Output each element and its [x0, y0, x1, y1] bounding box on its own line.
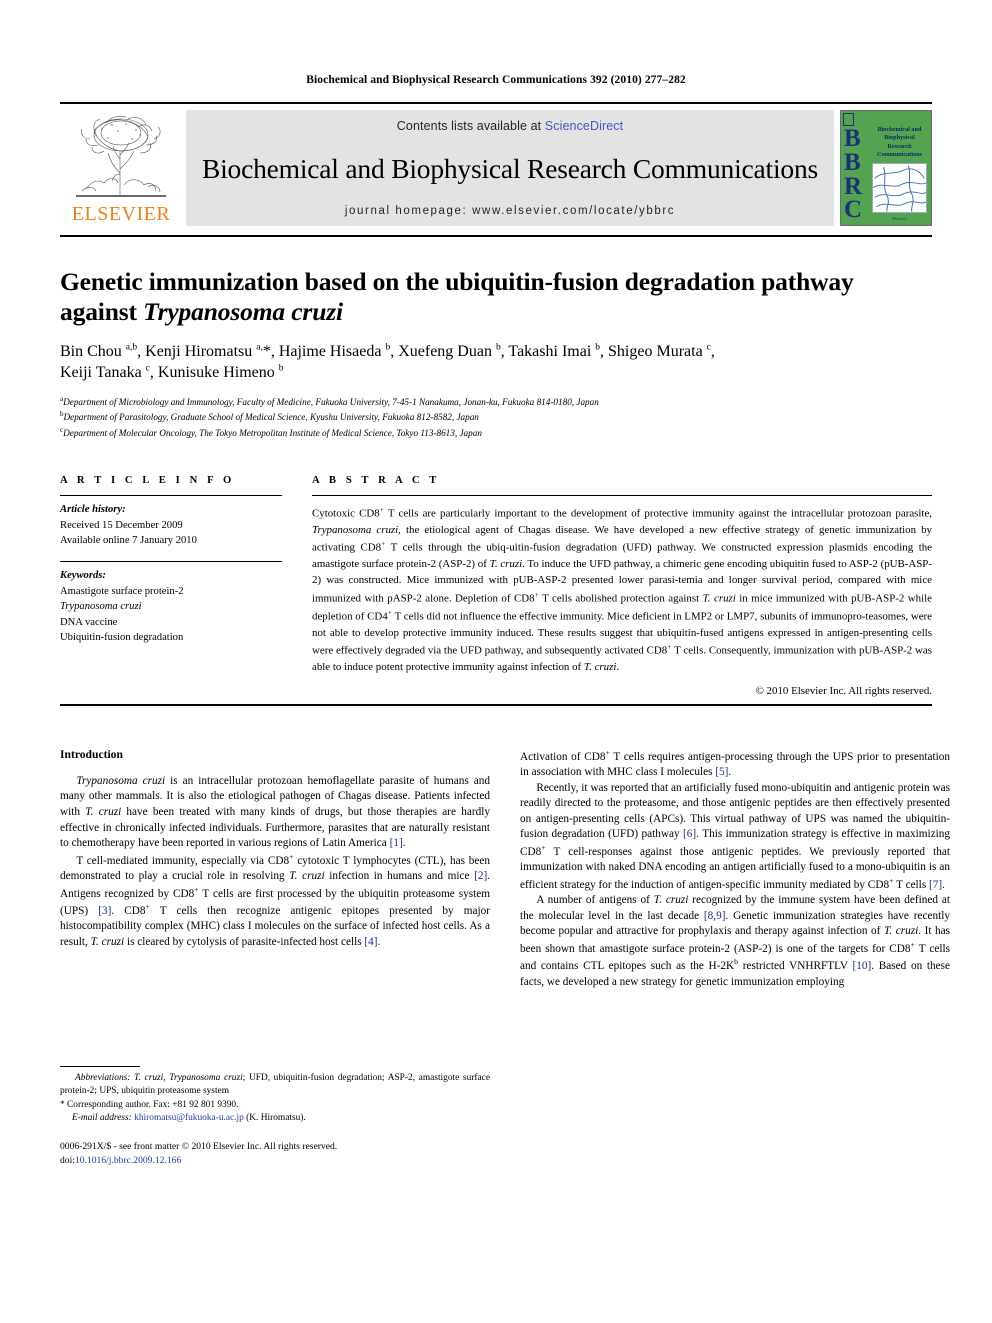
corresponding-author-text: Corresponding author. Fax: +81 92 801 93…: [67, 1099, 239, 1110]
title-line-2-prefix: against: [60, 296, 144, 326]
elsevier-wordmark: ELSEVIER: [71, 203, 171, 225]
cover-journal-title: Biochemical and Biophysical Research Com…: [876, 126, 923, 159]
paragraph: Trypanosoma cruzi is an intracellular pr…: [60, 774, 490, 850]
paragraph: Recently, it was reported that an artifi…: [520, 781, 950, 891]
article-info-heading: A R T I C L E I N F O: [60, 475, 235, 487]
email-link[interactable]: khiromatsu@fukuoka-u.ac.jp: [134, 1113, 244, 1123]
page-title: Genetic immunization based on the ubiqui…: [60, 267, 932, 327]
article-history-label: Article history:: [60, 504, 126, 516]
abbreviations-label: Abbreviations:: [75, 1072, 131, 1083]
article-history-online: Available online 7 January 2010: [60, 535, 197, 547]
masthead-bottom-rule: [60, 235, 932, 237]
title-line-1: Genetic immunization based on the ubiqui…: [60, 267, 854, 296]
keyword-item: Amastigote surface protein-2: [60, 585, 184, 597]
elsevier-tree-icon: [68, 111, 174, 203]
article-info-column: A R T I C L E I N F O Article history: R…: [60, 475, 282, 697]
body-column-left: Introduction Trypanosoma cruzi is an int…: [60, 748, 490, 1168]
keyword-item: Trypanosoma cruzi: [60, 601, 142, 613]
paragraph: T cell-mediated immunity, especially via…: [60, 851, 491, 948]
section-heading-introduction: Introduction: [60, 747, 123, 761]
issn-block: 0006-291X/$ - see front matter © 2010 El…: [60, 1140, 490, 1168]
contents-available-line: Contents lists available at ScienceDirec…: [397, 119, 623, 133]
abstract-copyright: © 2010 Elsevier Inc. All rights reserved…: [755, 684, 932, 697]
affiliation-c: cDepartment of Molecular Oncology, The T…: [60, 425, 932, 441]
info-abstract-section: A R T I C L E I N F O Article history: R…: [60, 475, 932, 697]
email-suffix: (K. Hiromatsu).: [246, 1113, 306, 1124]
abstract-bottom-rule: [60, 703, 932, 706]
citation-ref[interactable]: [5]: [715, 766, 728, 778]
cover-bbrc-letters: BBRC: [844, 125, 862, 224]
affiliation-a: aDepartment of Microbiology and Immunolo…: [60, 394, 932, 410]
doi-label: doi:: [60, 1154, 75, 1166]
journal-title: Biochemical and Biophysical Research Com…: [201, 153, 819, 184]
citation-ref[interactable]: [7]: [929, 879, 942, 891]
abstract-text: Cytotoxic CD8+ T cells are particularly …: [312, 505, 932, 673]
keyword-item: Ubiquitin-fusion degradation: [60, 632, 184, 644]
paragraph: A number of antigens of T. cruzi recogni…: [520, 894, 951, 988]
affiliation-text-c: Department of Molecular Oncology, The To…: [63, 428, 482, 439]
email-note: E-mail address: khiromatsu@fukuoka-u.ac.…: [60, 1112, 490, 1126]
article-page: Biochemical and Biophysical Research Com…: [0, 0, 992, 1323]
abbreviations-note: Abbreviations: T. cruzi, Trypanosoma cru…: [60, 1072, 490, 1097]
citation-ref[interactable]: [3]: [98, 905, 111, 917]
journal-cover-image: BBRC Biochemical and Biophysical Researc…: [840, 110, 932, 226]
article-history-received: Received 15 December 2009: [60, 519, 183, 531]
affiliation-list: aDepartment of Microbiology and Immunolo…: [60, 394, 932, 442]
journal-homepage-link[interactable]: journal homepage: www.elsevier.com/locat…: [345, 205, 675, 217]
citation-ref[interactable]: [8,9]: [704, 910, 726, 922]
affiliation-text-a: Department of Microbiology and Immunolog…: [63, 396, 599, 407]
footnote-rule: [60, 1065, 140, 1067]
keywords-label: Keywords:: [60, 570, 106, 582]
corresponding-author-note: * Corresponding author. Fax: +81 92 801 …: [60, 1099, 239, 1110]
abstract-column: A B S T R A C T Cytotoxic CD8+ T cells a…: [312, 475, 932, 697]
keyword-item: DNA vaccine: [60, 616, 118, 628]
article-history-block: Article history: Received 15 December 20…: [60, 496, 282, 548]
affiliation-text-b: Department of Parasitology, Graduate Sch…: [63, 412, 479, 423]
title-species-name: Trypanosoma cruzi: [143, 296, 343, 326]
journal-masthead: ELSEVIER Contents lists available at Sci…: [60, 102, 932, 226]
contents-prefix: Contents lists available at: [396, 119, 545, 133]
affiliation-b: bDepartment of Parasitology, Graduate Sc…: [60, 409, 932, 425]
footnote-block: Abbreviations: T. cruzi, Trypanosoma cru…: [60, 1065, 490, 1168]
citation-ref[interactable]: [1]: [390, 837, 403, 849]
doi-line: doi:10.1016/j.bbrc.2009.12.166: [60, 1154, 490, 1168]
abstract-heading: A B S T R A C T: [312, 475, 440, 487]
body-columns: Introduction Trypanosoma cruzi is an int…: [60, 748, 950, 1168]
email-label: E-mail address:: [72, 1113, 132, 1124]
paragraph: Activation of CD8+ T cells requires anti…: [520, 747, 950, 779]
elsevier-logo: ELSEVIER: [60, 110, 182, 226]
cover-corner-mark: [843, 113, 854, 126]
cover-right-panel: Biochemical and Biophysical Research Com…: [872, 111, 931, 225]
keywords-block: Keywords: Amastigote surface protein-2 T…: [60, 562, 282, 645]
citation-ref[interactable]: [10]: [853, 960, 872, 972]
body-column-right: Activation of CD8+ T cells requires anti…: [520, 748, 950, 1168]
author-list: Bin Chou a,b, Kenji Hiromatsu a,*, Hajim…: [60, 342, 715, 382]
cover-artwork: [872, 163, 927, 213]
running-head: Biochemical and Biophysical Research Com…: [306, 74, 686, 86]
citation-ref[interactable]: [4]: [364, 936, 377, 948]
issn-line: 0006-291X/$ - see front matter © 2010 El…: [60, 1141, 338, 1153]
doi-link[interactable]: 10.1016/j.bbrc.2009.12.166: [75, 1155, 181, 1166]
cover-publisher-mark: Elsevier: [892, 216, 907, 221]
citation-ref[interactable]: [2]: [474, 870, 487, 882]
journal-banner: Contents lists available at ScienceDirec…: [186, 110, 834, 226]
citation-ref[interactable]: [6]: [683, 828, 696, 840]
sciencedirect-link[interactable]: ScienceDirect: [545, 119, 623, 133]
